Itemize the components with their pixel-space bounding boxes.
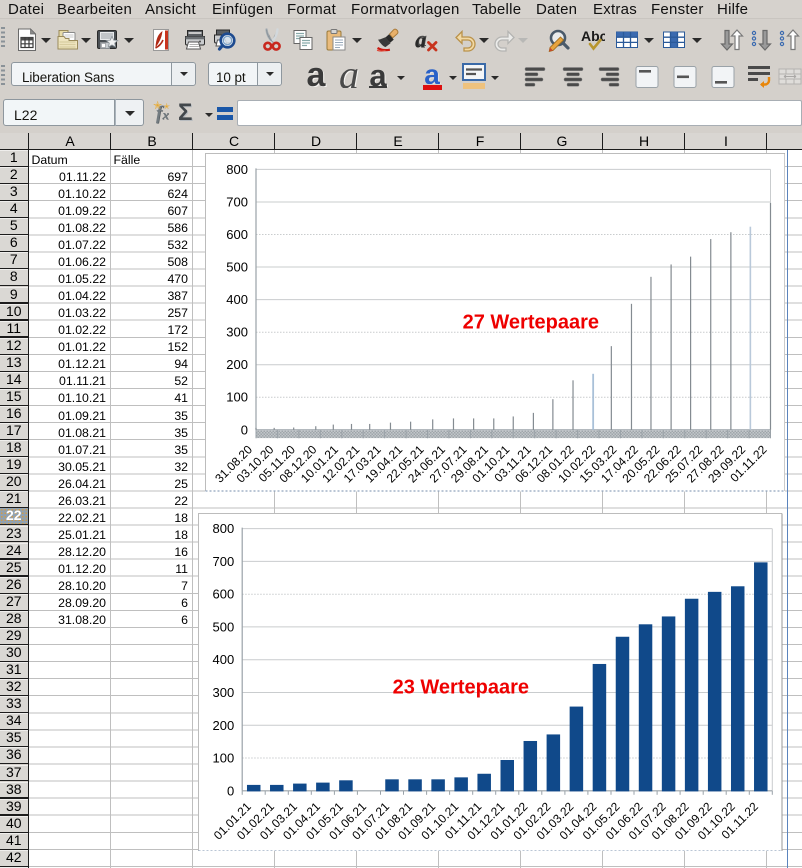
svg-text:0: 0 [240, 422, 247, 437]
svg-text:01.11.22: 01.11.22 [719, 799, 762, 842]
svg-text:01.08.22: 01.08.22 [649, 799, 692, 842]
svg-text:01.07.22: 01.07.22 [626, 799, 669, 842]
svg-text:23 Wertepaare: 23 Wertepaare [393, 676, 529, 698]
svg-text:800: 800 [212, 521, 234, 536]
svg-text:300: 300 [226, 325, 248, 340]
svg-text:05.11.20: 05.11.20 [255, 442, 298, 485]
svg-text:01.02.22: 01.02.22 [510, 799, 553, 842]
svg-text:01.06.21: 01.06.21 [326, 799, 369, 842]
svg-text:01.11.22: 01.11.22 [727, 442, 770, 485]
svg-text:400: 400 [212, 652, 234, 667]
svg-text:01.01.22: 01.01.22 [487, 799, 530, 842]
svg-text:600: 600 [226, 227, 248, 242]
svg-text:800: 800 [226, 162, 248, 177]
svg-text:01.10.21: 01.10.21 [469, 442, 512, 485]
svg-text:01.05.22: 01.05.22 [580, 799, 623, 842]
svg-text:29.09.22: 29.09.22 [705, 442, 748, 485]
svg-text:03.11.21: 03.11.21 [491, 442, 534, 485]
svg-text:01.04.21: 01.04.21 [280, 799, 323, 842]
svg-text:500: 500 [226, 260, 248, 275]
svg-text:Abc: Abc [581, 28, 605, 44]
svg-text:08.01.22: 08.01.22 [533, 442, 576, 485]
svg-text:0: 0 [227, 783, 234, 798]
svg-text:01.10.21: 01.10.21 [418, 799, 461, 842]
svg-text:27.08.22: 27.08.22 [683, 442, 726, 485]
svg-text:01.12.21: 01.12.21 [464, 799, 507, 842]
svg-text:08.12.20: 08.12.20 [276, 442, 319, 485]
svg-text:700: 700 [226, 195, 248, 210]
svg-text:10.01.21: 10.01.21 [297, 442, 340, 485]
svg-text:22.05.21: 22.05.21 [383, 442, 426, 485]
svg-text:01.09.21: 01.09.21 [395, 799, 438, 842]
svg-text:01.01.21: 01.01.21 [211, 799, 254, 842]
svg-text:17.03.21: 17.03.21 [340, 442, 383, 485]
svg-text:31.08.20: 31.08.20 [212, 442, 255, 485]
svg-text:17.04.22: 17.04.22 [598, 442, 641, 485]
svg-text:01.08.21: 01.08.21 [372, 799, 415, 842]
svg-text:01.07.21: 01.07.21 [349, 799, 392, 842]
svg-text:27.07.21: 27.07.21 [426, 442, 469, 485]
svg-text:400: 400 [226, 292, 248, 307]
svg-text:100: 100 [212, 750, 234, 765]
svg-text:03.10.20: 03.10.20 [233, 442, 276, 485]
svg-text:01.03.21: 01.03.21 [257, 799, 300, 842]
svg-text:01.03.22: 01.03.22 [534, 799, 577, 842]
svg-text:22.06.22: 22.06.22 [640, 442, 683, 485]
svg-text:01.09.22: 01.09.22 [672, 799, 715, 842]
svg-text:19.04.21: 19.04.21 [362, 442, 405, 485]
svg-text:a: a [415, 28, 426, 52]
svg-text:29.08.21: 29.08.21 [447, 442, 490, 485]
svg-text:24.06.21: 24.06.21 [405, 442, 448, 485]
svg-text:500: 500 [212, 619, 234, 634]
svg-text:200: 200 [212, 718, 234, 733]
svg-text:01.11.21: 01.11.21 [442, 799, 485, 842]
svg-text:100: 100 [226, 390, 248, 405]
svg-text:200: 200 [226, 357, 248, 372]
svg-text:12.02.21: 12.02.21 [319, 442, 362, 485]
svg-text:300: 300 [212, 685, 234, 700]
svg-text:01.02.21: 01.02.21 [234, 799, 277, 842]
svg-text:01.05.21: 01.05.21 [303, 799, 346, 842]
svg-text:20.05.22: 20.05.22 [619, 442, 662, 485]
svg-text:10.02.22: 10.02.22 [555, 442, 598, 485]
svg-text:01.06.22: 01.06.22 [603, 799, 646, 842]
svg-text:15.03.22: 15.03.22 [576, 442, 619, 485]
svg-text:01.04.22: 01.04.22 [557, 799, 600, 842]
svg-text:06.12.21: 06.12.21 [512, 442, 555, 485]
svg-text:25.07.22: 25.07.22 [662, 442, 705, 485]
svg-text:600: 600 [212, 586, 234, 601]
svg-text:01.10.22: 01.10.22 [695, 799, 738, 842]
svg-text:27 Wertepaare: 27 Wertepaare [462, 311, 598, 333]
svg-text:700: 700 [212, 554, 234, 569]
